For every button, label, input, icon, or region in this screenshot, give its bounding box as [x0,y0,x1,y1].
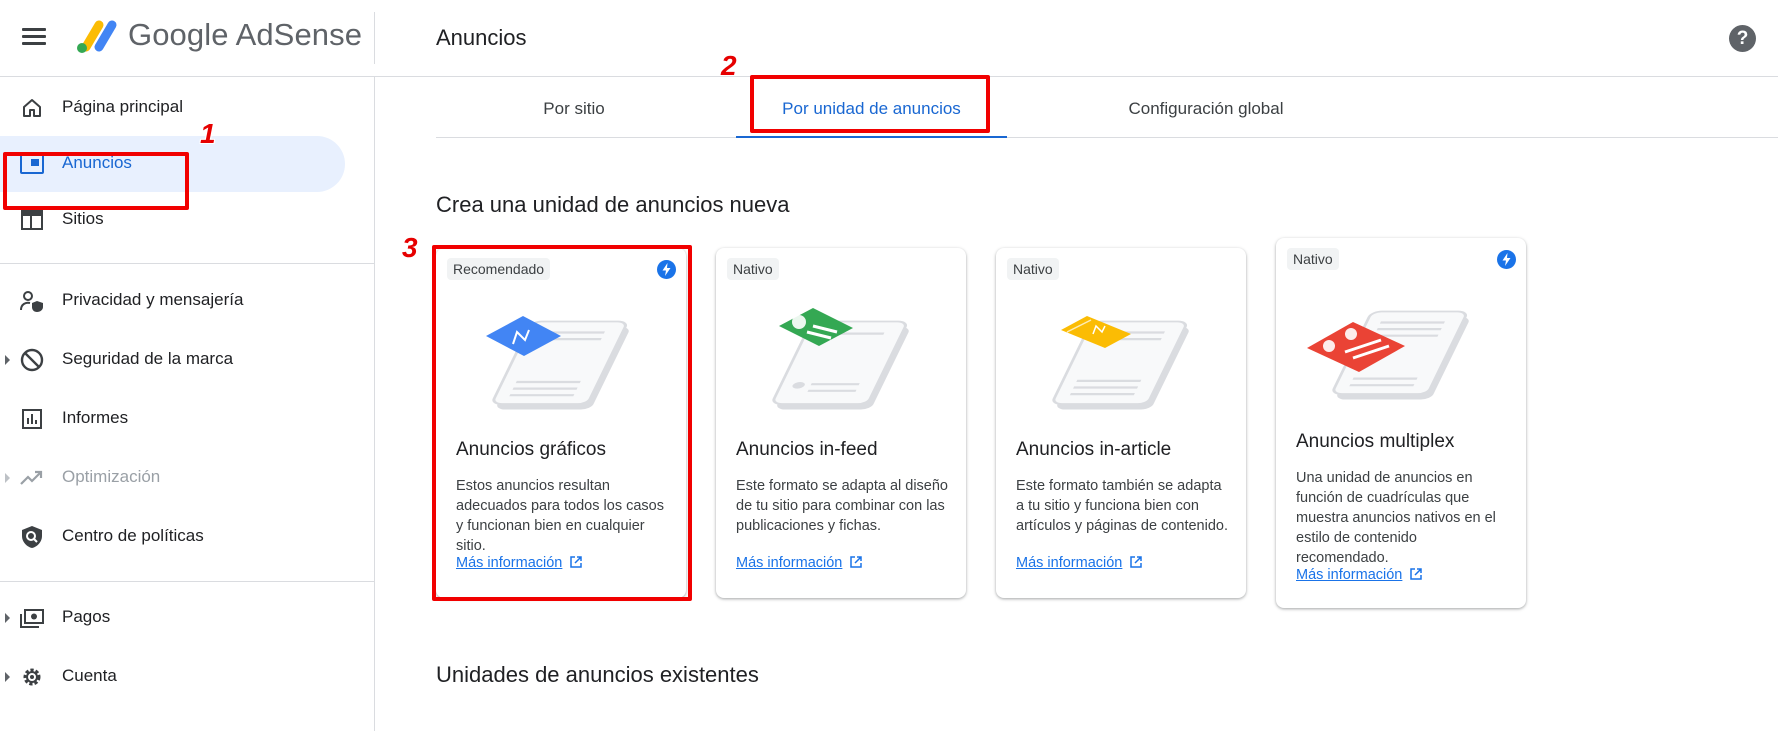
reports-icon [18,405,46,433]
sidebar-divider [0,581,375,582]
card-title: Anuncios in-feed [736,439,878,460]
tab-by-site[interactable]: Por sitio [494,78,654,138]
sidebar-item-label: Informes [62,408,129,427]
payments-icon [18,604,46,632]
card-title: Anuncios in-article [1016,439,1172,460]
page-title: Anuncios [436,25,527,50]
card-description: Una unidad de anuncios en función de cua… [1296,470,1496,566]
learn-more-label: Más información [736,555,843,571]
expand-caret-icon[interactable] [5,672,10,682]
card-title: Anuncios gráficos [456,439,606,460]
sidebar-item-sites[interactable]: Sitios [0,192,345,248]
sidebar-item-policy-center[interactable]: Centro de políticas [0,509,345,565]
card-description: Estos anuncios resultan adecuados para t… [456,478,664,554]
section-title-existing: Unidades de anuncios existentes [436,662,759,687]
expand-caret-icon[interactable] [5,613,10,623]
learn-more-link[interactable]: Más información [456,555,583,571]
sidebar: Página principal Anuncios Sitios Privaci… [0,77,375,731]
learn-more-link[interactable]: Más información [1296,567,1423,583]
sidebar-item-label: Anuncios [62,153,132,172]
sidebar-item-label: Página principal [62,97,183,116]
external-link-icon [1130,556,1143,568]
external-link-icon [570,556,583,568]
sidebar-item-label: Cuenta [62,666,117,685]
ads-icon [18,150,46,178]
external-link-icon [1410,568,1423,580]
annotation-number-2: 2 [721,50,737,81]
menu-icon[interactable] [18,24,50,52]
ad-type-card-multiplex[interactable]: Nativo Anuncios multiplex Una unidad de … [1276,238,1526,608]
top-app-bar: Google AdSense Anuncios ? [0,0,1778,77]
card-description: Este formato se adapta al diseño de tu s… [736,478,948,534]
expand-caret-icon[interactable] [5,355,10,365]
ad-type-card-in-feed[interactable]: Nativo Anuncios in-feed Este formato se … [716,248,966,598]
display-ad-illustration-icon [486,316,629,410]
trending-icon [18,464,46,492]
tab-global-settings[interactable]: Configuración global [1036,78,1376,138]
sidebar-item-optimization[interactable]: Optimización [0,450,345,506]
annotation-number-3: 3 [402,232,418,263]
sidebar-item-label: Seguridad de la marca [62,349,234,368]
learn-more-label: Más información [1296,567,1403,583]
sidebar-item-payments[interactable]: Pagos [0,590,345,646]
annotation-number-1: 1 [200,118,216,149]
tab-bar: Por sitio Por unidad de anuncios Configu… [436,78,1778,138]
external-link-icon [850,556,863,568]
brand-name[interactable]: Google AdSense [128,17,362,53]
sidebar-item-ads[interactable]: Anuncios [0,136,345,192]
sidebar-item-home[interactable]: Página principal [0,80,345,136]
gear-icon [18,663,46,691]
sidebar-item-privacy[interactable]: Privacidad y mensajería [0,273,345,329]
ad-type-card-in-article[interactable]: Nativo Anuncios in-article Este formato … [996,248,1246,598]
card-chip: Recomendado [447,258,551,280]
multiplex-ad-illustration-icon [1307,310,1469,400]
sidebar-item-label: Pagos [62,607,111,626]
sidebar-item-reports[interactable]: Informes [0,391,345,447]
learn-more-link[interactable]: Más información [736,555,863,571]
expand-caret-icon[interactable] [5,473,10,483]
sidebar-item-label: Centro de políticas [62,526,204,545]
top-divider [374,12,375,64]
in-feed-ad-illustration-icon [772,308,909,410]
help-icon[interactable]: ? [1729,25,1756,52]
learn-more-link[interactable]: Más información [1016,555,1143,571]
card-description: Este formato también se adapta a tu siti… [1016,478,1228,534]
card-chip: Nativo [1287,248,1339,270]
sidebar-item-label: Optimización [62,467,161,486]
block-icon [18,346,46,374]
section-title-create: Crea una unidad de anuncios nueva [436,192,790,217]
adsense-logo-icon[interactable] [72,17,124,57]
sidebar-item-account[interactable]: Cuenta [0,649,345,705]
sidebar-item-label: Privacidad y mensajería [62,290,244,309]
tab-by-ad-unit[interactable]: Por unidad de anuncios [736,78,1007,138]
card-title: Anuncios multiplex [1296,431,1455,452]
policy-shield-icon [18,523,46,551]
home-icon [18,94,46,122]
sidebar-item-brand-safety[interactable]: Seguridad de la marca [0,332,345,388]
sidebar-item-label: Sitios [62,209,104,228]
card-chip: Nativo [727,258,779,280]
sites-icon [18,206,46,234]
sidebar-divider [0,263,375,264]
learn-more-label: Más información [1016,555,1123,571]
card-chip: Nativo [1007,258,1059,280]
lightning-bolt-icon [657,260,676,279]
in-article-ad-illustration-icon [1052,316,1189,410]
ad-type-card-display[interactable]: Recomendado Anuncios gráficos Estos anun… [436,248,686,598]
lightning-bolt-icon [1497,250,1516,269]
privacy-icon [18,287,46,315]
learn-more-label: Más información [456,555,563,571]
